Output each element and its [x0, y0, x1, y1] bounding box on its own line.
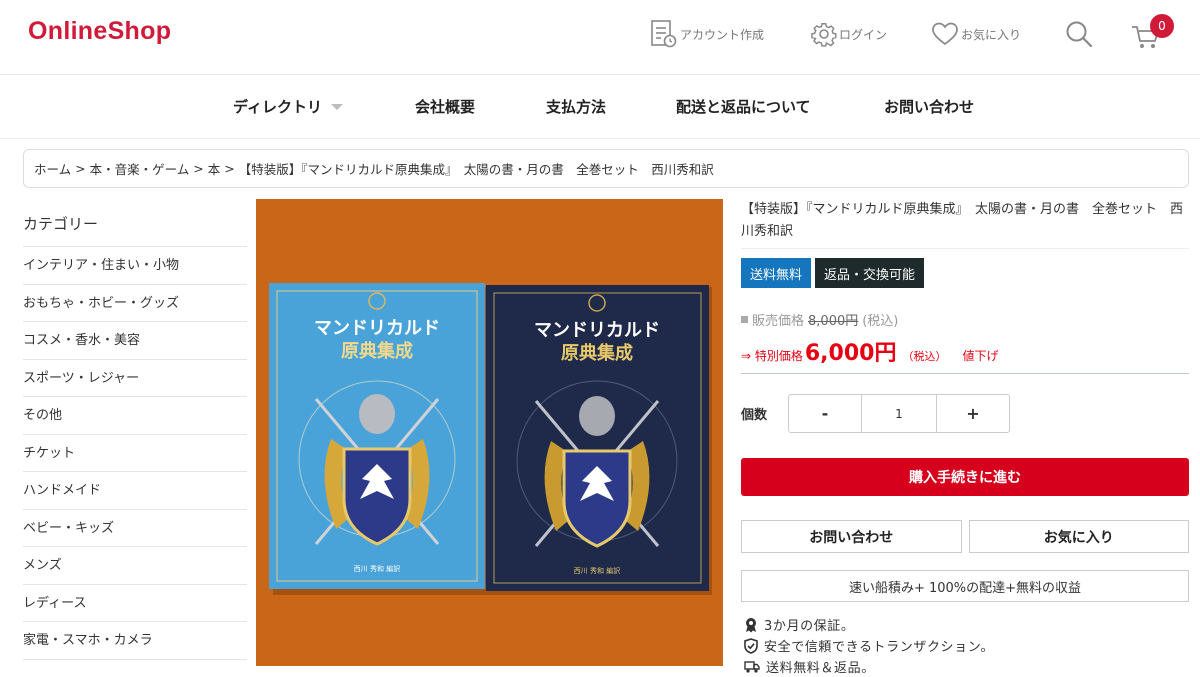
- free-shipping-tag: 送料無料: [741, 258, 812, 288]
- gear-icon: [811, 23, 837, 47]
- regular-price-label: 販売価格: [752, 314, 805, 329]
- category-item[interactable]: スポーツ・レジャー: [23, 360, 247, 397]
- award-ribbon-icon: [746, 617, 756, 632]
- chevron-down-icon: [330, 104, 343, 110]
- book-navy-title-2: 原典集成: [561, 342, 633, 364]
- book-blue-title-2: 原典集成: [341, 340, 413, 362]
- feature-item: 送料無料＆返品。: [741, 656, 1189, 677]
- secondary-actions: お問い合わせ お気に入り: [741, 520, 1189, 553]
- nav-directory-label: ディレクトリ: [233, 98, 322, 116]
- sale-price-label: ⇒ 特別価格: [741, 349, 803, 363]
- quantity-label: 個数: [741, 408, 768, 423]
- feature-text: 安全で信頼できるトランザクション。: [764, 640, 995, 655]
- product-photo: マンドリカルド 原典集成 西川 秀和 編訳 マンドリカルド 原典集成 西川 秀和…: [256, 199, 723, 666]
- product-title: 【特装版】『マンドリカルド原典集成』 太陽の書・月の書 全巻セット 西川秀和訳: [741, 199, 1189, 249]
- add-favorite-button[interactable]: お気に入り: [968, 520, 1189, 553]
- contact-button[interactable]: お問い合わせ: [741, 520, 962, 553]
- feature-item: 安全で信頼できるトランザクション。: [741, 635, 1189, 656]
- book-blue: マンドリカルド 原典集成 西川 秀和 編訳: [269, 283, 485, 589]
- regular-price-tax: (税込): [862, 314, 899, 329]
- site-logo[interactable]: OnlineShop: [28, 17, 171, 46]
- book-navy: マンドリカルド 原典集成 西川 秀和 編訳: [486, 285, 709, 591]
- book-navy-title-1: マンドリカルド: [534, 320, 660, 341]
- site-header: OnlineShop アカウント作成 ログイン お気に入り 0: [0, 0, 1200, 75]
- breadcrumb-separator: >: [193, 161, 204, 176]
- cart-count-badge: 0: [1150, 14, 1174, 38]
- feature-text: 3か月の保証。: [764, 619, 855, 634]
- quantity-input[interactable]: 1: [861, 395, 937, 432]
- breadcrumb-separator: >: [75, 161, 86, 176]
- main-nav: ディレクトリ 会社概要 支払方法 配送と返品について お問い合わせ: [0, 75, 1200, 139]
- book-navy-author: 西川 秀和 編訳: [574, 566, 620, 575]
- regular-price: 8,000円: [808, 314, 859, 329]
- category-item[interactable]: その他: [23, 397, 247, 435]
- category-item[interactable]: チケット: [23, 435, 247, 472]
- login-link[interactable]: ログイン: [811, 18, 887, 50]
- sale-price: 6,000円: [804, 341, 897, 366]
- heart-icon: [932, 22, 958, 46]
- checkout-button[interactable]: 購入手続きに進む: [741, 458, 1189, 496]
- sale-price-tax: （税込）: [902, 350, 947, 363]
- login-label: ログイン: [839, 27, 888, 42]
- breadcrumb-books[interactable]: 本: [208, 159, 221, 178]
- breadcrumb-books-music-games[interactable]: 本・音楽・ゲーム: [90, 159, 190, 178]
- nav-contact[interactable]: お問い合わせ: [884, 96, 974, 117]
- category-item[interactable]: ハンドメイド: [23, 472, 247, 510]
- category-title: カテゴリー: [23, 205, 247, 247]
- quantity-decrease-button[interactable]: -: [789, 395, 861, 432]
- shield-check-icon: [744, 637, 758, 654]
- favorites-label: お気に入り: [961, 27, 1022, 42]
- category-item[interactable]: 家電・スマホ・カメラ: [23, 622, 247, 660]
- book-blue-author: 西川 秀和 編訳: [354, 564, 400, 573]
- search-icon[interactable]: [1065, 20, 1093, 48]
- book-blue-title-1: マンドリカルド: [314, 318, 440, 339]
- quantity-row: 個数 - 1 +: [741, 394, 1189, 433]
- feature-list: 3か月の保証。 安全で信頼できるトランザクション。 送料無料＆返品。: [741, 614, 1189, 677]
- favorites-link[interactable]: お気に入り: [931, 18, 1021, 50]
- nav-directory[interactable]: ディレクトリ: [233, 96, 343, 117]
- category-item[interactable]: レディース: [23, 585, 247, 622]
- account-form-icon: [651, 20, 677, 48]
- returns-tag: 返品・交換可能: [815, 258, 925, 288]
- breadcrumb-separator: >: [224, 161, 235, 176]
- shipping-banner: 速い船積み+ 100%の配達+無料の収益: [741, 570, 1189, 602]
- nav-shipping-returns[interactable]: 配送と返品について: [676, 96, 811, 117]
- product-info: 【特装版】『マンドリカルド原典集成』 太陽の書・月の書 全巻セット 西川秀和訳 …: [741, 199, 1189, 677]
- product-tags: 送料無料 返品・交換可能: [741, 258, 1189, 288]
- create-account-label: アカウント作成: [680, 27, 765, 42]
- square-bullet-icon: [741, 316, 748, 323]
- feature-item: 3か月の保証。: [741, 614, 1189, 635]
- sale-price-row: ⇒ 特別価格 6,000円 （税込） 値下げ: [741, 335, 1189, 374]
- breadcrumb-home[interactable]: ホーム: [34, 159, 71, 178]
- breadcrumb: ホーム > 本・音楽・ゲーム > 本 > 【特装版】『マンドリカルド原典集成』 …: [23, 149, 1189, 188]
- price-down-label: 値下げ: [962, 349, 999, 363]
- category-item[interactable]: ベビー・キッズ: [23, 510, 247, 547]
- product-image[interactable]: マンドリカルド 原典集成 西川 秀和 編訳 マンドリカルド 原典集成 西川 秀和…: [256, 199, 723, 666]
- category-sidebar: カテゴリー インテリア・住まい・小物 おもちゃ・ホビー・グッズ コスメ・香水・美…: [23, 205, 247, 660]
- quantity-stepper: - 1 +: [788, 394, 1010, 433]
- nav-company[interactable]: 会社概要: [415, 96, 475, 117]
- quantity-increase-button[interactable]: +: [937, 395, 1009, 432]
- truck-icon: [744, 660, 760, 673]
- regular-price-row: 販売価格 8,000円 (税込): [741, 310, 1189, 329]
- category-item[interactable]: コスメ・香水・美容: [23, 322, 247, 360]
- create-account-link[interactable]: アカウント作成: [650, 18, 764, 50]
- feature-text: 送料無料＆返品。: [766, 661, 875, 676]
- breadcrumb-current: 【特装版】『マンドリカルド原典集成』 太陽の書・月の書 全巻セット 西川秀和訳: [238, 162, 714, 177]
- category-item[interactable]: おもちゃ・ホビー・グッズ: [23, 285, 247, 322]
- category-item[interactable]: インテリア・住まい・小物: [23, 247, 247, 285]
- category-item[interactable]: メンズ: [23, 547, 247, 585]
- nav-payment[interactable]: 支払方法: [546, 96, 606, 117]
